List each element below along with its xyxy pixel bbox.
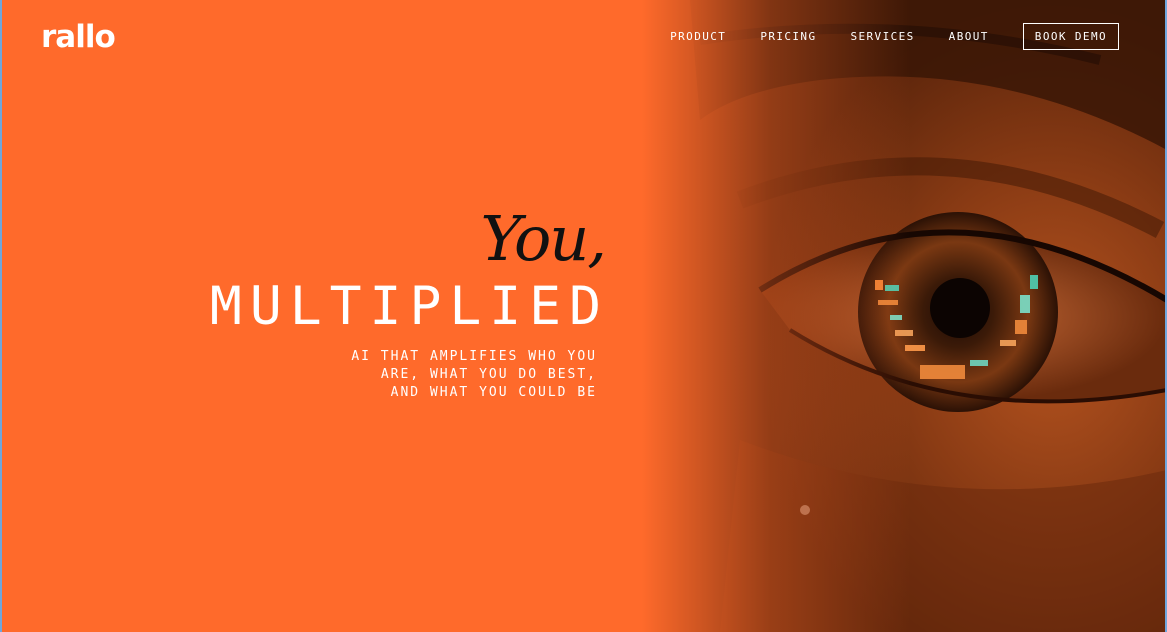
headline-italic: You, <box>480 202 607 275</box>
window-frame-left <box>0 0 2 632</box>
logo-text: rallo <box>41 19 116 55</box>
tagline-line: AI THAT AMPLIFIES WHO YOU <box>351 349 597 364</box>
nav-link-pricing[interactable]: PRICING <box>760 30 816 43</box>
hero-tagline: AI THAT AMPLIFIES WHO YOU ARE, WHAT YOU … <box>297 348 597 402</box>
book-demo-button[interactable]: BOOK DEMO <box>1022 23 1119 50</box>
logo[interactable]: rallo <box>41 19 116 55</box>
tagline-line: AND WHAT YOU COULD BE <box>390 385 597 400</box>
nav-link-about[interactable]: ABOUT <box>949 30 989 43</box>
main-nav: PRODUCT PRICING SERVICES ABOUT BOOK DEMO <box>670 23 1119 50</box>
hero-headline: You, MULTIPLIED <box>210 203 607 337</box>
nav-link-product[interactable]: PRODUCT <box>670 30 726 43</box>
tagline-line: ARE, WHAT YOU DO BEST, <box>380 367 597 382</box>
headline-main: MULTIPLIED <box>209 276 609 337</box>
nav-link-services[interactable]: SERVICES <box>850 30 914 43</box>
hero-page: rallo PRODUCT PRICING SERVICES ABOUT BOO… <box>0 0 1167 632</box>
